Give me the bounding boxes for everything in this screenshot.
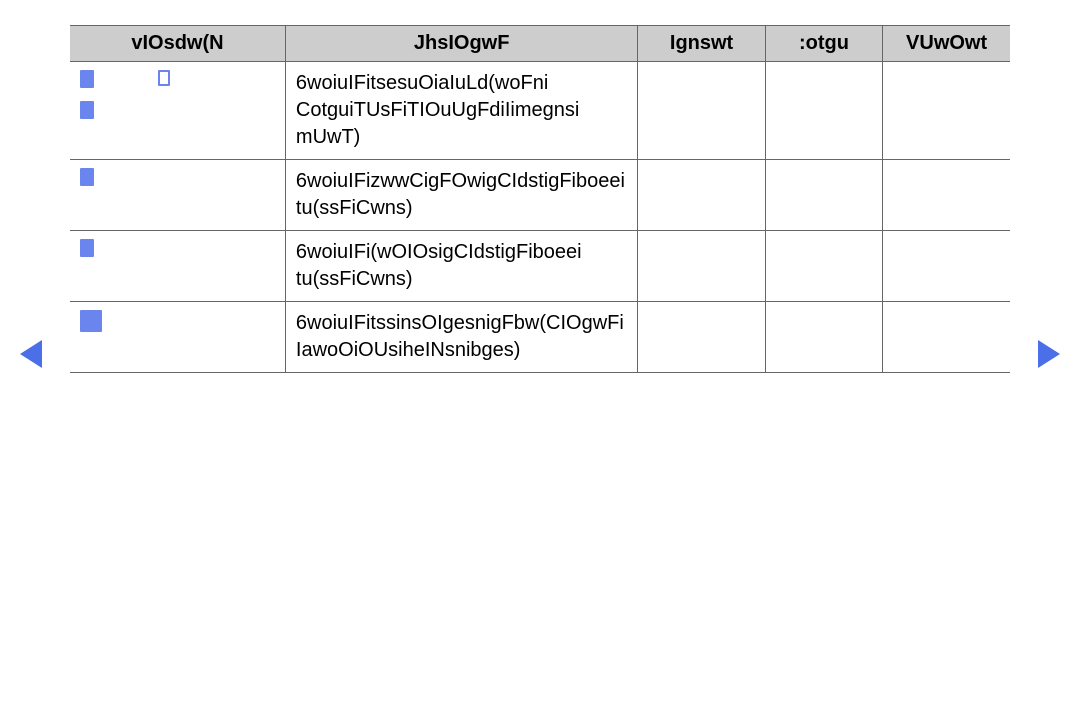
- row-c5: [883, 160, 1010, 231]
- col-header-4: :otgu: [765, 26, 883, 62]
- row-c4: [765, 302, 883, 373]
- doc-outline-icon: [158, 70, 170, 86]
- doc-icon: [80, 101, 94, 119]
- table-header-row: vIOsdw(N JhsIOgwF Ignswt :otgu VUwOwt: [70, 26, 1010, 62]
- row-desc-cell: 6woiuIFitsesuOiaIuLd(woFni CotguiTUsFiTI…: [285, 62, 638, 160]
- doc-icon: [80, 239, 94, 257]
- row-c3: [638, 160, 765, 231]
- row-c4: [765, 160, 883, 231]
- row-c4: [765, 62, 883, 160]
- data-table: vIOsdw(N JhsIOgwF Ignswt :otgu VUwOwt: [70, 25, 1010, 373]
- row-icons-cell: [70, 62, 285, 160]
- row-desc-cell: 6woiuIFitssinsOIgesnigFbw(CIOgwFi IawoOi…: [285, 302, 638, 373]
- row-desc-cell: 6woiuIFi(wOIOsigCIdstigFiboeei tu(ssFiCw…: [285, 231, 638, 302]
- table-row: 6woiuIFitsesuOiaIuLd(woFni CotguiTUsFiTI…: [70, 62, 1010, 160]
- row-c3: [638, 62, 765, 160]
- col-header-5: VUwOwt: [883, 26, 1010, 62]
- doc-icon: [80, 168, 94, 186]
- col-header-3: Ignswt: [638, 26, 765, 62]
- prev-page-arrow[interactable]: [20, 340, 42, 368]
- table-row: 6woiuIFizwwCigFOwigCIdstigFiboeei tu(ssF…: [70, 160, 1010, 231]
- row-icons-cell: [70, 302, 285, 373]
- row-icons-cell: [70, 160, 285, 231]
- row-c5: [883, 302, 1010, 373]
- row-c5: [883, 231, 1010, 302]
- row-icons-cell: [70, 231, 285, 302]
- doc-icon: [80, 70, 94, 88]
- col-header-1: vIOsdw(N: [70, 26, 285, 62]
- row-c5: [883, 62, 1010, 160]
- row-c3: [638, 231, 765, 302]
- row-desc-cell: 6woiuIFizwwCigFOwigCIdstigFiboeei tu(ssF…: [285, 160, 638, 231]
- row-c3: [638, 302, 765, 373]
- table-row: 6woiuIFi(wOIOsigCIdstigFiboeei tu(ssFiCw…: [70, 231, 1010, 302]
- square-icon: [80, 310, 102, 332]
- table-row: 6woiuIFitssinsOIgesnigFbw(CIOgwFi IawoOi…: [70, 302, 1010, 373]
- page-container: vIOsdw(N JhsIOgwF Ignswt :otgu VUwOwt: [0, 0, 1080, 373]
- col-header-2: JhsIOgwF: [285, 26, 638, 62]
- row-c4: [765, 231, 883, 302]
- next-page-arrow[interactable]: [1038, 340, 1060, 368]
- page-number: [538, 669, 542, 685]
